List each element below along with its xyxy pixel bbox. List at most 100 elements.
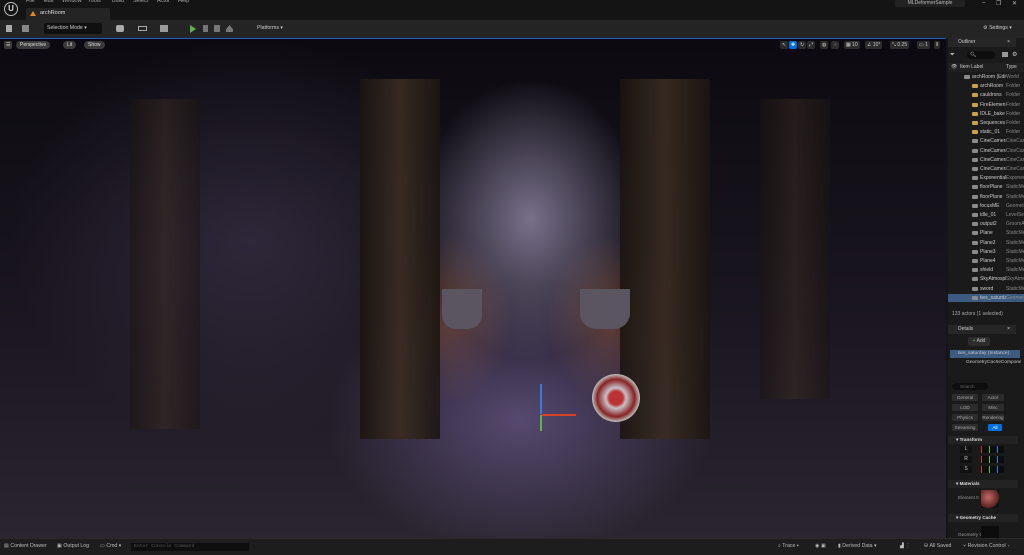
item-label-column[interactable]: Item Label	[960, 63, 983, 72]
grid-snap-button[interactable]: ▦ 10	[844, 41, 860, 49]
category-actor[interactable]: Actor	[982, 394, 1004, 401]
level-tab[interactable]: archRoom	[26, 8, 110, 20]
menu-help[interactable]: Help	[178, 0, 189, 4]
selection-mode-dropdown[interactable]: Selection Mode ▾	[44, 23, 102, 34]
outliner-row[interactable]: floorPlaneStaticMeshActor	[948, 183, 1024, 191]
menu-file[interactable]: File	[26, 0, 35, 4]
outliner-row[interactable]: FireElementsFolder	[948, 101, 1024, 109]
outliner-row[interactable]: ties_saturdayGeometryCacheActor	[948, 293, 1024, 302]
y-field[interactable]	[989, 456, 996, 463]
notifications-icon[interactable]: ▟ ⋮	[900, 543, 911, 549]
outliner-row[interactable]: sword StaticMeshActor	[948, 285, 1024, 293]
derived-data-dropdown[interactable]: ▮ Derived Data ▾	[838, 543, 877, 549]
outliner-row[interactable]: CineCameraCineCameraActor	[948, 147, 1024, 155]
surface-snap-icon[interactable]: ⁘	[831, 41, 840, 49]
outliner-row[interactable]: Plane4 StaticMeshActor	[948, 257, 1024, 265]
record-icon[interactable]: ◉ ▣	[815, 543, 826, 549]
stop-icon[interactable]	[214, 25, 220, 32]
x-field[interactable]	[981, 466, 988, 473]
outliner-row[interactable]: CineCameraCineCameraActor	[948, 165, 1024, 173]
unreal-logo-icon[interactable]: U	[4, 2, 18, 16]
outliner-tab[interactable]: Outliner ×	[948, 38, 1016, 47]
scale-snap-button[interactable]: ⤡ 0.25	[890, 41, 910, 49]
geometry-cache-thumbnail[interactable]	[981, 526, 999, 538]
material-thumbnail[interactable]	[981, 490, 999, 508]
outliner-row[interactable]: archRoom (Editor)World	[948, 73, 1024, 81]
category-rendering[interactable]: Rendering	[982, 414, 1004, 421]
outliner-row[interactable]: Sequences Folder	[948, 119, 1024, 127]
close-tab-icon[interactable]: ×	[1007, 38, 1010, 47]
viewport-menu-icon[interactable]: ☰	[4, 41, 13, 49]
transform-section[interactable]: ▾ Transform	[948, 436, 1018, 444]
camera-speed-button[interactable]: ▭ 1	[917, 41, 930, 49]
content-drawer-button[interactable]: ▤ Content Drawer	[4, 543, 47, 549]
outliner-row[interactable]: ExponentialHeightFogExponentialHeightFog	[948, 174, 1024, 182]
maximize-button[interactable]: ❐	[996, 0, 1001, 7]
geometry-cache-component[interactable]: GeometryCacheComponent	[966, 360, 1021, 365]
blueprint-icon[interactable]	[138, 26, 147, 31]
menu-tools[interactable]: Tools	[88, 0, 101, 4]
geometry-cache-section[interactable]: ▾ Geometry Cache	[948, 514, 1018, 522]
details-search-input[interactable]: Search	[952, 383, 988, 390]
y-field[interactable]	[989, 446, 996, 453]
outliner-row[interactable]: archRoom Folder	[948, 82, 1024, 90]
revision-control-dropdown[interactable]: ⑂ Revision Control ▾	[963, 543, 1010, 549]
transform-mode-dropdown[interactable]: L	[960, 446, 972, 453]
category-physics[interactable]: Physics	[952, 414, 978, 421]
menu-actor[interactable]: Actor	[157, 0, 170, 4]
outliner-settings-icon[interactable]: ⚙	[1012, 51, 1017, 58]
x-field[interactable]	[981, 456, 988, 463]
menu-window[interactable]: Window	[62, 0, 82, 4]
outliner-row[interactable]: Plane2 StaticMeshActor	[948, 239, 1024, 247]
menu-build[interactable]: Build	[112, 0, 124, 4]
minimize-button[interactable]: –	[982, 0, 985, 6]
outliner-row[interactable]: Plane3 StaticMeshActor	[948, 248, 1024, 256]
source-control-icon[interactable]	[22, 25, 29, 32]
category-streaming[interactable]: Streaming	[952, 424, 978, 431]
outliner-row[interactable]: IDLE_bake Folder	[948, 110, 1024, 118]
level-viewport[interactable]: ☰ Perspective Lit Show ↖ ✥ ↻ ⤢ ◍ ⁘ ▦ 10 …	[0, 38, 946, 538]
add-component-button[interactable]: + Add	[968, 337, 990, 346]
eject-icon[interactable]	[226, 25, 233, 32]
trace-dropdown[interactable]: ⌕ Trace ▾	[778, 543, 799, 550]
perspective-button[interactable]: Perspective	[16, 41, 51, 49]
materials-section[interactable]: ▾ Materials	[948, 480, 1018, 488]
category-lod[interactable]: LOD	[952, 404, 978, 411]
add-actor-icon[interactable]	[116, 25, 124, 32]
x-field[interactable]	[981, 446, 988, 453]
step-icon[interactable]	[203, 25, 208, 32]
category-misc[interactable]: Misc	[982, 404, 1004, 411]
outliner-row[interactable]: floorPlaneStaticMeshActor	[948, 193, 1024, 201]
selected-actor-component[interactable]: ties_saturday (Instance)	[950, 350, 1020, 358]
menu-select[interactable]: Select	[133, 0, 148, 4]
play-icon[interactable]	[190, 25, 196, 33]
rotation-snap-button[interactable]: ∠ 10°	[865, 41, 883, 49]
outliner-row[interactable]: output2 GroomActor	[948, 220, 1024, 228]
gizmo-y-axis[interactable]	[540, 415, 542, 431]
outliner-row[interactable]: CineCameraCineCameraActor	[948, 156, 1024, 164]
console-input[interactable]: Enter Console Command	[131, 543, 249, 551]
save-icon[interactable]	[6, 25, 12, 32]
outliner-row[interactable]: cauldrons Folder	[948, 91, 1024, 99]
show-button[interactable]: Show	[84, 41, 105, 49]
scale-mode-icon[interactable]: ⤢	[807, 41, 816, 49]
type-column[interactable]: Type	[1006, 63, 1017, 72]
transform-mode-dropdown[interactable]: R	[960, 456, 972, 463]
gizmo-x-axis[interactable]	[542, 414, 576, 416]
select-mode-icon[interactable]: ↖	[780, 41, 789, 49]
all-saved-button[interactable]: ⛁ All Saved	[924, 543, 951, 549]
outliner-search-input[interactable]: 🔍︎	[967, 51, 995, 59]
transform-mode-dropdown[interactable]: S	[960, 466, 972, 473]
cmd-dropdown[interactable]: ▭ Cmd ▾	[100, 543, 121, 549]
outliner-row[interactable]: SkyAtmosphereSkyAtmosphere	[948, 275, 1024, 283]
category-general[interactable]: General	[952, 394, 978, 401]
gizmo-z-axis[interactable]	[540, 384, 542, 414]
output-log-button[interactable]: ▣ Output Log	[57, 543, 89, 549]
maximize-viewport-icon[interactable]: ⫴	[934, 41, 941, 49]
outliner-row[interactable]: Plane StaticMeshActor	[948, 229, 1024, 237]
world-space-icon[interactable]: ◍	[820, 41, 829, 49]
menu-edit[interactable]: Edit	[44, 0, 53, 4]
lit-button[interactable]: Lit	[63, 41, 77, 49]
outliner-row[interactable]: shield StaticMeshActor	[948, 266, 1024, 274]
y-field[interactable]	[989, 466, 996, 473]
